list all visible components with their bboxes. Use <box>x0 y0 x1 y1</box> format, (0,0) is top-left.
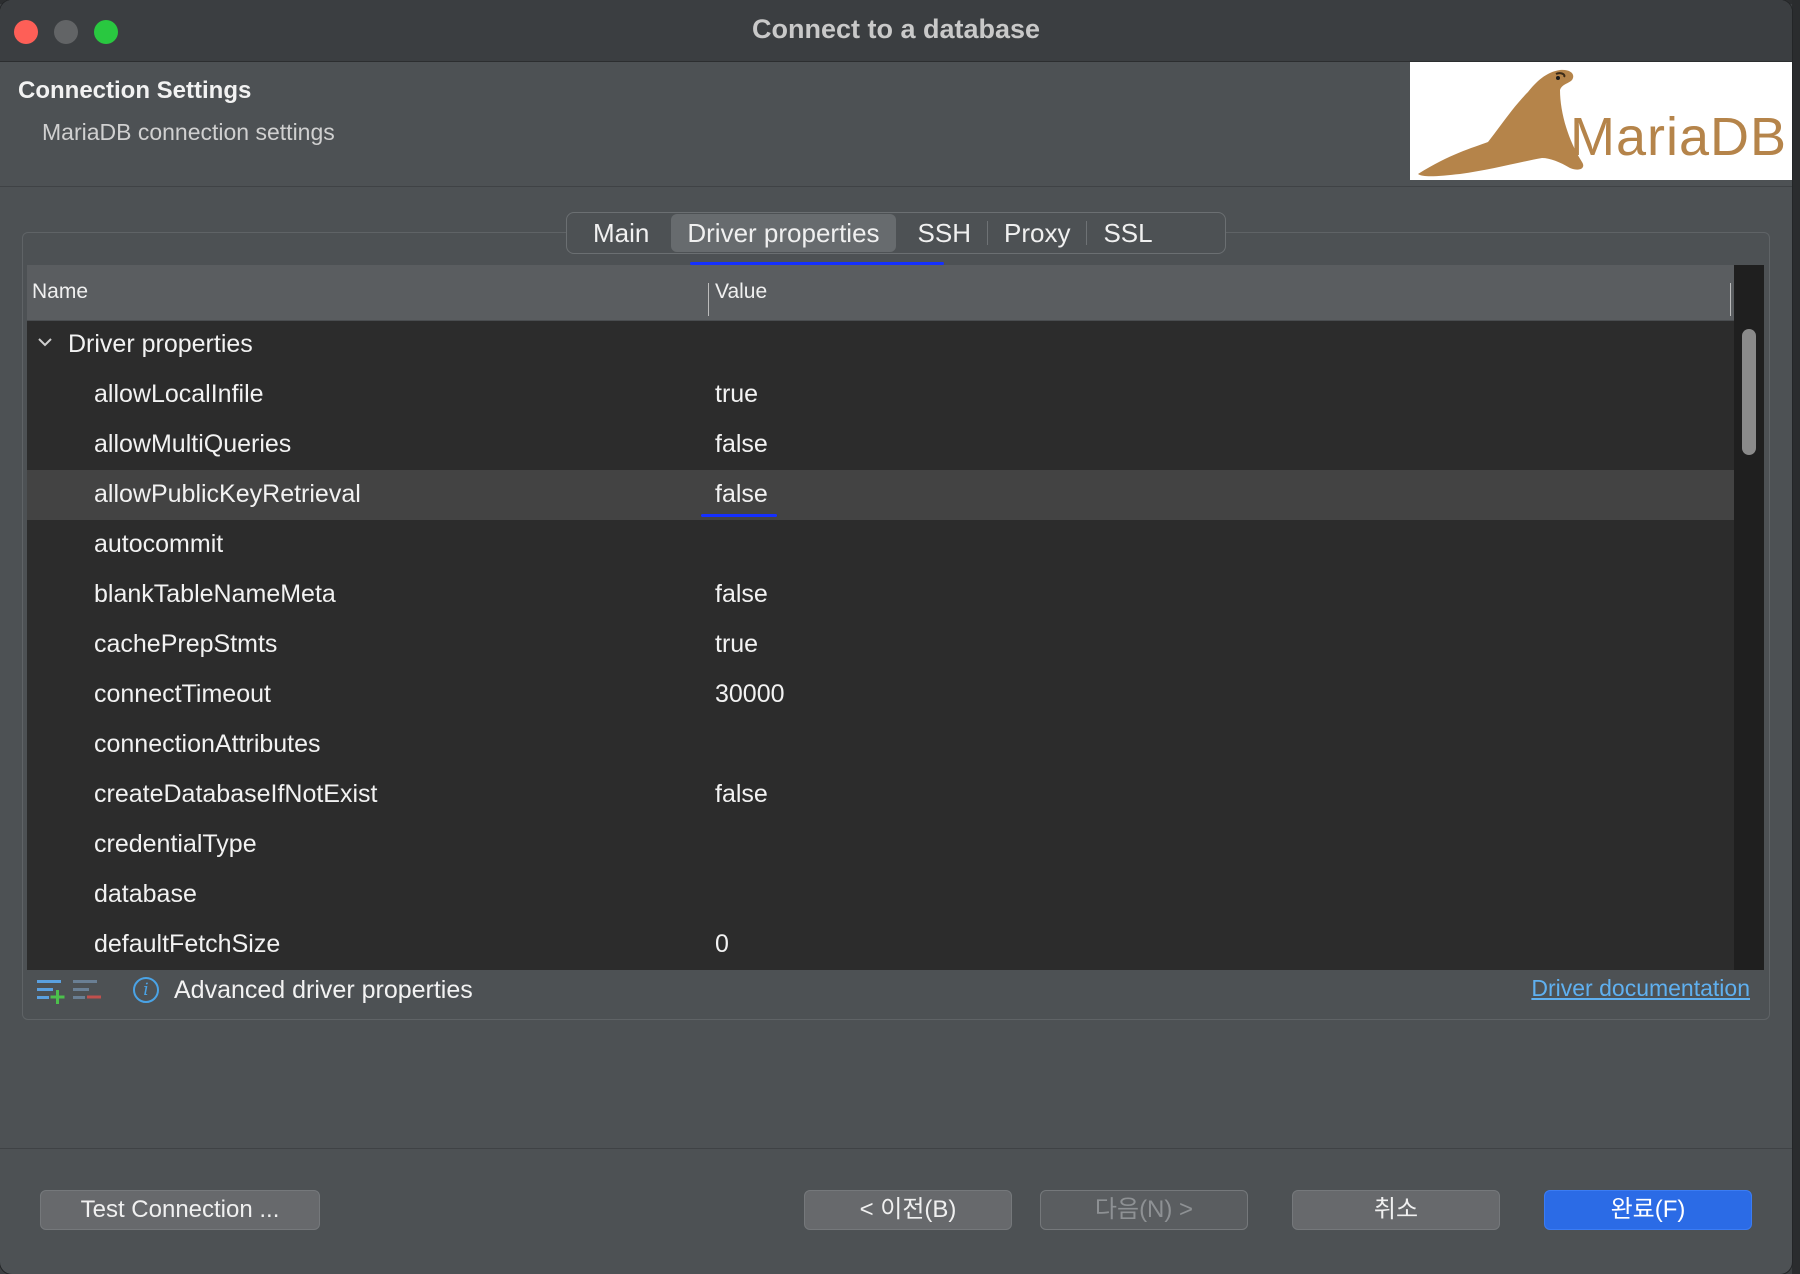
property-value[interactable]: true <box>715 630 758 659</box>
chevron-down-icon[interactable] <box>35 332 55 352</box>
property-value[interactable]: false <box>715 430 768 459</box>
property-name: createDatabaseIfNotExist <box>94 780 378 808</box>
column-header-value[interactable]: Value <box>715 280 767 304</box>
property-value[interactable]: false <box>715 480 768 509</box>
tab-main[interactable]: Main <box>577 214 665 252</box>
tab-driver-properties[interactable]: Driver properties <box>671 214 896 252</box>
back-button[interactable]: < 이전(B) <box>804 1190 1012 1230</box>
next-button[interactable]: 다음(N) > <box>1040 1190 1248 1230</box>
annotation-underline-value <box>701 514 777 517</box>
settings-header: Connection Settings MariaDB connection s… <box>0 62 1792 187</box>
table-row[interactable]: connectTimeout 30000 <box>27 670 1734 720</box>
property-value[interactable]: true <box>715 380 758 409</box>
property-value[interactable]: 0 <box>715 930 729 959</box>
vertical-scrollbar[interactable] <box>1734 265 1764 970</box>
table-row[interactable]: credentialType <box>27 820 1734 870</box>
table-row[interactable]: allowMultiQueries false <box>27 420 1734 470</box>
property-name: allowLocalInfile <box>94 380 264 408</box>
property-name: allowMultiQueries <box>94 430 292 458</box>
table-row[interactable]: allowLocalInfile true <box>27 370 1734 420</box>
category-label: Driver properties <box>68 330 253 358</box>
table-row-selected[interactable]: allowPublicKeyRetrieval false <box>27 470 1734 520</box>
info-icon: i <box>133 977 159 1003</box>
property-name: defaultFetchSize <box>94 930 281 958</box>
remove-property-icon[interactable] <box>71 976 105 1006</box>
property-name: database <box>94 880 197 908</box>
title-bar: Connect to a database <box>0 0 1792 62</box>
table-row[interactable]: cachePrepStmts true <box>27 620 1734 670</box>
table-row[interactable]: blankTableNameMeta false <box>27 570 1734 620</box>
property-name: autocommit <box>94 530 224 558</box>
background-app-strip <box>1792 0 1800 1274</box>
column-resize-handle[interactable] <box>708 283 709 316</box>
properties-toolbar: i Advanced driver properties Driver docu… <box>27 970 1764 1016</box>
property-name: connectTimeout <box>94 680 271 708</box>
cancel-button[interactable]: 취소 <box>1292 1190 1500 1230</box>
mariadb-logo: MariaDB <box>1410 62 1792 180</box>
add-property-icon[interactable] <box>35 976 69 1006</box>
category-row[interactable]: Driver properties <box>27 320 1734 370</box>
header-title: Connection Settings <box>18 77 252 104</box>
connect-dialog: Connect to a database Connection Setting… <box>0 0 1792 1274</box>
properties-table: Name Value Driver properties allowLocalI… <box>27 265 1764 970</box>
table-row[interactable]: autocommit <box>27 520 1734 570</box>
table-header: Name Value <box>27 265 1734 321</box>
footer-divider <box>0 1148 1792 1149</box>
property-name: allowPublicKeyRetrieval <box>94 480 361 508</box>
window-title: Connect to a database <box>751 14 1041 44</box>
table-row[interactable]: createDatabaseIfNotExist false <box>27 770 1734 820</box>
table-row[interactable]: connectionAttributes <box>27 720 1734 770</box>
tab-proxy[interactable]: Proxy <box>988 214 1086 252</box>
scrollbar-thumb[interactable] <box>1742 329 1756 455</box>
tab-bar: Main Driver properties SSH Proxy SSL <box>566 212 1226 254</box>
finish-button[interactable]: 완료(F) <box>1544 1190 1752 1230</box>
property-name: connectionAttributes <box>94 730 321 758</box>
column-resize-handle[interactable] <box>1730 283 1731 316</box>
property-value[interactable]: 30000 <box>715 680 785 709</box>
property-value[interactable]: false <box>715 780 768 809</box>
tab-ssh[interactable]: SSH <box>902 214 987 252</box>
property-name: credentialType <box>94 830 257 858</box>
tab-ssl[interactable]: SSL <box>1087 214 1168 252</box>
table-row[interactable]: database <box>27 870 1734 920</box>
table-row[interactable]: defaultFetchSize 0 <box>27 920 1734 970</box>
property-name: cachePrepStmts <box>94 630 278 658</box>
test-connection-button[interactable]: Test Connection ... <box>40 1190 320 1230</box>
property-value[interactable]: false <box>715 580 768 609</box>
header-subtitle: MariaDB connection settings <box>42 119 335 145</box>
driver-documentation-link[interactable]: Driver documentation <box>1531 975 1750 1002</box>
advanced-driver-properties-label: Advanced driver properties <box>174 976 473 1004</box>
property-name: blankTableNameMeta <box>94 580 336 608</box>
column-header-name[interactable]: Name <box>32 280 88 304</box>
